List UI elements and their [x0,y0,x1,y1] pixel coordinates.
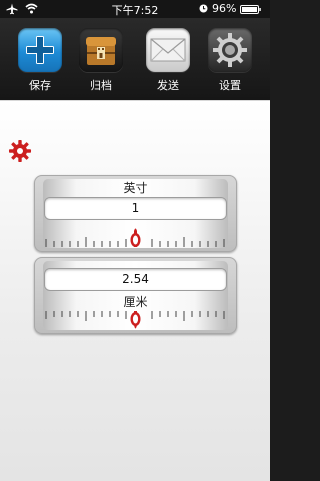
cm-gauge: 2.54 厘米 [34,257,237,334]
envelope-icon [146,28,190,72]
inch-indicator-needle [130,228,141,247]
archive-label: 归档 [90,79,112,92]
inch-value-field[interactable]: 1 [44,197,227,220]
cm-value-field[interactable]: 2.54 [44,268,227,291]
settings-button[interactable]: 设置 [203,28,257,93]
clock-icon [199,4,208,13]
save-button[interactable]: 保存 [13,28,67,93]
battery-icon [240,5,261,14]
toolbar: 保存 归档 发送 设置 [0,18,270,100]
red-gear-icon[interactable] [8,139,32,163]
inch-ruler[interactable] [42,227,229,247]
cm-indicator-needle [130,311,141,329]
save-label: 保存 [29,79,51,92]
battery-percent: 96% [212,2,237,15]
send-label: 发送 [157,79,179,92]
archive-button[interactable]: 归档 [74,28,128,93]
archive-chest-icon [79,28,123,72]
cm-ruler[interactable] [42,311,229,331]
settings-label: 设置 [219,79,241,92]
cm-unit-label[interactable]: 厘米 [34,293,237,310]
converter-panel: 英寸 1 2.54 厘米 [0,100,270,481]
gear-icon [208,28,252,72]
status-bar: 下午7:52 96% [0,0,270,18]
inch-gauge: 英寸 1 [34,175,237,252]
plus-icon [18,28,62,72]
send-button[interactable]: 发送 [141,28,195,93]
inch-unit-label[interactable]: 英寸 [34,179,237,196]
